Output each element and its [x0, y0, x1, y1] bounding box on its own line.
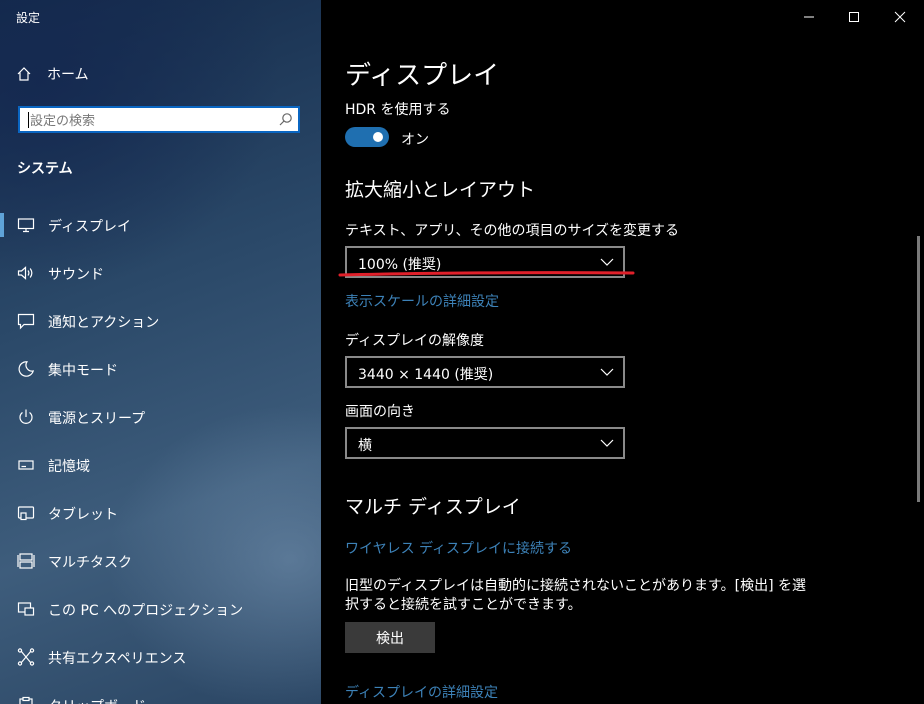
page-title: ディスプレイ [345, 61, 500, 91]
sidebar: 設定 ホーム システム ディスプレイ サウンド 通知とアクシ [0, 0, 321, 704]
hdr-toggle[interactable] [345, 127, 389, 147]
sidebar-item-storage[interactable]: 記憶域 [0, 447, 321, 483]
maximize-button[interactable] [839, 5, 869, 29]
moon-icon [18, 361, 35, 377]
close-icon [894, 11, 906, 23]
sidebar-item-power[interactable]: 電源とスリープ [0, 399, 321, 435]
scale-value: 100% (推奨) [358, 257, 442, 273]
sidebar-item-label: 通知とアクション [48, 315, 160, 331]
search-input[interactable] [28, 111, 282, 131]
clipboard-icon [19, 696, 33, 704]
text-caret [28, 112, 29, 128]
projection-icon [17, 602, 35, 616]
hdr-label: HDR を使用する [345, 102, 451, 118]
sidebar-item-label: クリップボード [48, 696, 146, 704]
sidebar-item-tablet[interactable]: タブレット [0, 495, 321, 531]
storage-icon [18, 460, 34, 470]
sidebar-item-label: 記憶域 [48, 459, 90, 475]
section-title: システム [17, 161, 73, 177]
minimize-icon [804, 16, 814, 18]
maximize-icon [849, 12, 859, 22]
sidebar-item-label: ディスプレイ [48, 219, 132, 235]
speaker-icon [17, 266, 33, 280]
search-box[interactable] [18, 106, 300, 133]
share-icon [17, 648, 35, 666]
home-icon [17, 67, 31, 81]
orientation-dropdown[interactable]: 横 [345, 427, 625, 459]
sidebar-item-projection[interactable]: この PC へのプロジェクション [0, 591, 321, 627]
advanced-scaling-link[interactable]: 表示スケールの詳細設定 [345, 291, 499, 311]
sidebar-item-label: タブレット [48, 507, 118, 523]
sidebar-item-label: 共有エクスペリエンス [48, 651, 187, 667]
chevron-down-icon [600, 368, 614, 376]
resolution-value: 3440 × 1440 (推奨) [358, 367, 494, 383]
scrollbar[interactable] [917, 236, 920, 502]
minimize-button[interactable] [794, 5, 824, 29]
notification-icon [17, 313, 35, 330]
hdr-toggle-state: オン [401, 132, 429, 148]
resolution-label: ディスプレイの解像度 [345, 333, 485, 349]
sidebar-item-shared-experiences[interactable]: 共有エクスペリエンス [0, 639, 321, 675]
text-size-label: テキスト、アプリ、その他の項目のサイズを変更する [345, 223, 680, 239]
wireless-display-link[interactable]: ワイヤレス ディスプレイに接続する [345, 538, 572, 558]
scale-dropdown[interactable]: 100% (推奨) [345, 246, 625, 278]
multi-display-heading: マルチ ディスプレイ [345, 496, 521, 518]
home-label: ホーム [47, 67, 89, 83]
tablet-icon [17, 506, 35, 521]
app-title: 設定 [16, 11, 41, 25]
home-link[interactable]: ホーム [16, 63, 89, 85]
sidebar-item-label: 集中モード [48, 363, 118, 379]
multitask-icon [17, 553, 35, 569]
detect-description: 旧型のディスプレイは自動的に接続されないことがあります。[検出] を選択すると接… [345, 578, 806, 613]
monitor-icon [17, 218, 35, 233]
orientation-label: 画面の向き [345, 404, 415, 420]
sidebar-item-label: この PC へのプロジェクション [48, 603, 244, 619]
sidebar-item-focus[interactable]: 集中モード [0, 351, 321, 387]
chevron-down-icon [600, 439, 614, 447]
close-button[interactable] [885, 5, 915, 29]
sidebar-item-sound[interactable]: サウンド [0, 255, 321, 291]
sidebar-item-label: サウンド [48, 267, 104, 283]
search-icon[interactable] [278, 112, 293, 127]
resolution-dropdown[interactable]: 3440 × 1440 (推奨) [345, 356, 625, 388]
sidebar-item-display[interactable]: ディスプレイ [0, 207, 321, 243]
sidebar-item-notifications[interactable]: 通知とアクション [0, 303, 321, 339]
sidebar-item-label: マルチタスク [48, 555, 132, 571]
advanced-display-link[interactable]: ディスプレイの詳細設定 [345, 682, 498, 702]
sidebar-item-multitasking[interactable]: マルチタスク [0, 543, 321, 579]
scale-layout-heading: 拡大縮小とレイアウト [345, 179, 536, 201]
toggle-knob [373, 132, 383, 142]
power-icon [19, 409, 33, 424]
sidebar-item-clipboard[interactable]: クリップボード [0, 687, 321, 704]
sidebar-item-label: 電源とスリープ [48, 411, 146, 427]
orientation-value: 横 [358, 438, 372, 454]
chevron-down-icon [600, 258, 614, 266]
detect-button[interactable]: 検出 [345, 622, 435, 653]
